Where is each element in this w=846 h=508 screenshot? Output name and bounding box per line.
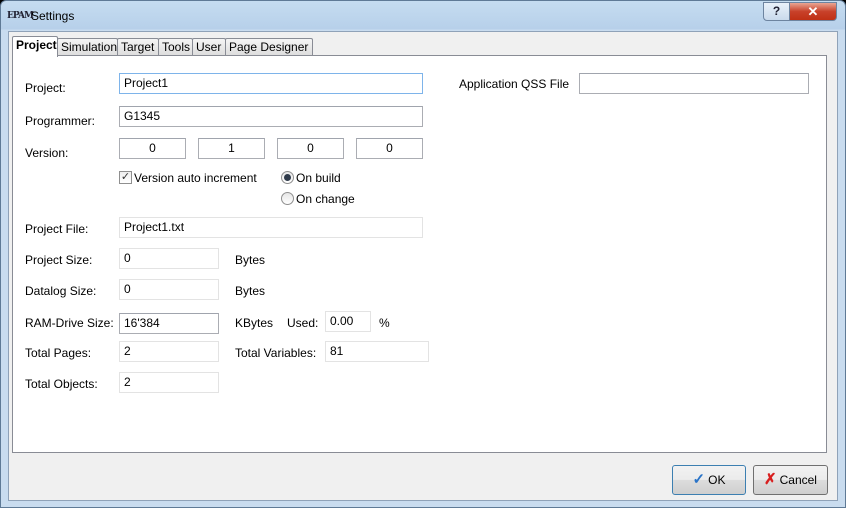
checkmark-icon: ✓ (692, 471, 706, 488)
datalog-size-unit: Bytes (235, 284, 266, 298)
cancel-button[interactable]: ✗ Cancel (753, 465, 828, 495)
on-change-radio[interactable] (281, 192, 294, 205)
tab-target[interactable]: Target (117, 38, 159, 56)
used-label: Used: (287, 316, 319, 330)
project-file-label: Project File: (25, 222, 89, 236)
ok-button[interactable]: ✓ OK (672, 465, 746, 495)
ram-drive-size-input[interactable]: 16'384 (119, 313, 219, 334)
programmer-label: Programmer: (25, 114, 96, 128)
settings-window: EPAM Settings ? ✕ Project Simulation Tar… (0, 0, 846, 508)
total-objects-value: 2 (119, 372, 219, 393)
tab-tools[interactable]: Tools (158, 38, 193, 56)
datalog-size-label: Datalog Size: (25, 284, 97, 298)
project-size-value: 0 (119, 248, 219, 269)
datalog-size-value: 0 (119, 279, 219, 300)
title-bar: EPAM Settings ? ✕ (1, 1, 845, 31)
close-button[interactable]: ✕ (789, 2, 837, 21)
programmer-input[interactable]: G1345 (119, 106, 423, 127)
project-size-label: Project Size: (25, 253, 93, 267)
cancel-button-label: Cancel (779, 473, 817, 487)
used-value: 0.00 (325, 311, 371, 332)
on-build-radio[interactable] (281, 171, 294, 184)
on-build-label: On build (296, 171, 341, 185)
dialog-client-area: Project Simulation Target Tools User Pag… (8, 31, 838, 501)
tab-page-designer[interactable]: Page Designer (225, 38, 313, 56)
project-label: Project: (25, 81, 66, 95)
qss-file-input[interactable] (579, 73, 809, 94)
ok-button-label: OK (708, 473, 726, 487)
tab-simulation[interactable]: Simulation (57, 38, 118, 56)
version-minor-input[interactable]: 1 (198, 138, 265, 159)
tab-user[interactable]: User (192, 38, 226, 56)
total-variables-value: 81 (325, 341, 429, 362)
tab-project[interactable]: Project (12, 36, 58, 57)
version-label: Version: (25, 146, 69, 160)
version-build-input[interactable]: 0 (277, 138, 344, 159)
used-unit: % (379, 316, 390, 330)
project-name-input[interactable]: Project1 (119, 73, 423, 94)
version-revision-input[interactable]: 0 (356, 138, 423, 159)
total-objects-label: Total Objects: (25, 377, 98, 391)
project-tab-panel: Project: Project1 Application QSS File P… (12, 55, 827, 453)
project-size-unit: Bytes (235, 253, 266, 267)
ram-drive-size-label: RAM-Drive Size: (25, 316, 114, 330)
version-auto-increment-label: Version auto increment (134, 171, 257, 185)
app-logo-icon: EPAM (7, 11, 34, 21)
total-pages-label: Total Pages: (25, 346, 92, 360)
window-title: Settings (31, 9, 75, 23)
project-file-value: Project1.txt (119, 217, 423, 238)
version-major-input[interactable]: 0 (119, 138, 186, 159)
cross-icon: ✗ (764, 471, 777, 488)
help-button[interactable]: ? (763, 2, 790, 21)
ram-drive-size-unit: KBytes (235, 316, 274, 330)
qss-file-label: Application QSS File (459, 77, 570, 91)
on-change-label: On change (296, 192, 355, 206)
total-variables-label: Total Variables: (235, 346, 317, 360)
version-auto-increment-checkbox[interactable]: ✓ (119, 171, 132, 184)
total-pages-value: 2 (119, 341, 219, 362)
